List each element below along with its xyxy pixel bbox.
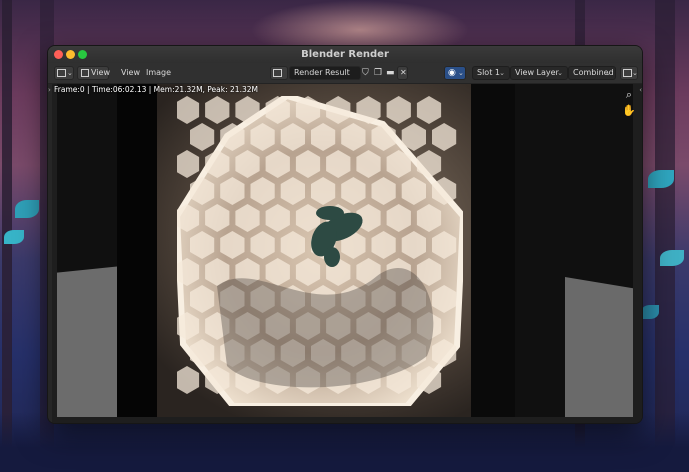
new-image-icon[interactable]: ❐	[374, 66, 382, 80]
view-layer-label: View Layer	[515, 68, 559, 77]
unlink-image-button[interactable]: ✕	[397, 66, 408, 80]
chevron-down-icon: ⌄	[632, 69, 638, 77]
slot-label: Slot 1	[477, 68, 500, 77]
image-browse-icon	[273, 69, 282, 77]
chevron-down-icon: ⌄	[499, 69, 505, 77]
window-title: Blender Render	[301, 49, 389, 60]
view-mode-label: View	[91, 68, 110, 77]
chevron-down-icon: ⌄	[605, 69, 611, 77]
editor-type-button[interactable]: ⌄	[54, 66, 74, 80]
image-editor-header: ⌄ View View Image Render Result ⛉ ❐ ▬ ✕ …	[48, 63, 642, 84]
leaf	[4, 230, 24, 244]
render-slot-button[interactable]: ◉ ⌄	[444, 66, 466, 80]
menu-image[interactable]: Image	[146, 66, 171, 80]
view-layer-dropdown[interactable]: View Layer ⌄	[510, 66, 568, 80]
image-editor-icon	[57, 69, 66, 77]
render-result-image	[57, 84, 633, 417]
honeycomb-cell	[205, 96, 230, 124]
render-slot-icon: ◉	[448, 68, 456, 78]
close-icon: ✕	[400, 68, 407, 77]
view-mode-dropdown[interactable]: View	[77, 66, 110, 80]
display-channels-icon	[623, 69, 632, 77]
image-viewport[interactable]: › ‹ Frame:0 | Time:06:02.13 | Mem:21.32M…	[48, 84, 642, 423]
leaf	[641, 305, 659, 319]
fake-user-shield-icon[interactable]: ⛉	[362, 66, 369, 80]
hand-icon[interactable]: ✋	[622, 104, 636, 118]
image-name-field[interactable]: Render Result	[289, 66, 361, 80]
render-status-text: Frame:0 | Time:06:02.13 | Mem:21.32M, Pe…	[54, 85, 258, 94]
chevron-right-icon: ›	[48, 86, 51, 94]
chevron-down-icon: ⌄	[458, 69, 464, 77]
honeycomb-cell	[190, 123, 215, 151]
blender-render-window: Blender Render ⌄ View View Image Render …	[47, 45, 643, 424]
title-bar[interactable]: Blender Render	[48, 46, 642, 63]
tree-trunk	[655, 0, 675, 472]
sidebar-collapse-arrow[interactable]: ‹	[639, 86, 642, 94]
chevron-down-icon: ⌄	[67, 69, 73, 77]
honeycomb-cell	[177, 150, 200, 178]
honeycomb-cell	[177, 366, 200, 394]
honeycomb-cell	[177, 96, 200, 124]
display-channels-button[interactable]: ⌄	[620, 66, 638, 80]
render-pillar-left	[117, 84, 157, 417]
pass-dropdown[interactable]: Combined ⌄	[568, 66, 616, 80]
bee-silhouette	[311, 206, 363, 267]
leaf	[648, 170, 674, 188]
slot-dropdown[interactable]: Slot 1 ⌄	[472, 66, 510, 80]
honeycomb-cell	[416, 96, 442, 124]
render-floor-right	[565, 277, 633, 417]
leaf	[15, 200, 39, 218]
leaf	[660, 250, 684, 266]
view-mode-icon	[81, 69, 89, 77]
render-pillar-right	[471, 84, 515, 417]
magnifier-icon[interactable]: ⌕	[622, 88, 636, 102]
honeycomb-cell	[432, 123, 457, 151]
chevron-down-icon: ⌄	[557, 69, 563, 77]
image-browse-button[interactable]	[270, 66, 288, 80]
menu-view[interactable]: View	[121, 66, 140, 80]
toolbar-collapse-left[interactable]: ›	[48, 84, 52, 423]
folder-open-icon[interactable]: ▬	[386, 66, 395, 80]
honeycomb-cell	[386, 96, 411, 124]
